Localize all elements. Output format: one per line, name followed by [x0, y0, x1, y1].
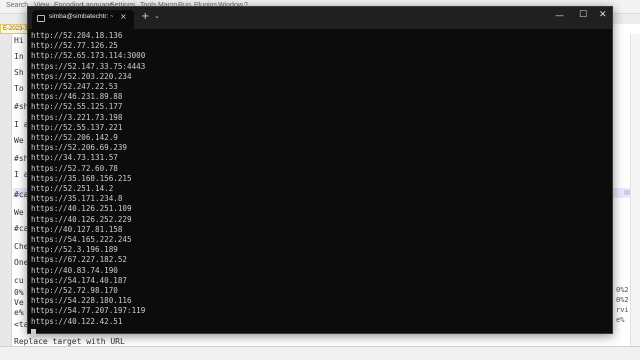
editor-text-line: cu — [14, 276, 24, 285]
terminal-window[interactable]: simba@simbatechtr: ~/bugb × + ⌄ — ☐ ✕ ht… — [27, 6, 613, 338]
minimize-icon[interactable]: — — [555, 11, 564, 21]
editor-text-line: Hi — [14, 36, 24, 45]
editor-text-fragment: 0%2 — [616, 296, 629, 304]
terminal-output-line: http://52.77.126.25 — [31, 41, 118, 51]
close-tab-icon[interactable]: × — [120, 12, 127, 21]
editor-text-line: We — [14, 208, 24, 217]
terminal-output-line: https://40.126.251.109 — [31, 204, 132, 214]
editor-text-line: e% — [14, 308, 24, 317]
terminal-output-line: https://54.174.40.187 — [31, 275, 128, 285]
editor-text-line: We — [14, 136, 24, 145]
editor-menu-item[interactable]: Search — [6, 2, 28, 9]
terminal-output-line: http://52.204.18.136 — [31, 31, 123, 40]
terminal-output-line: http://34.73.131.57 — [31, 153, 118, 163]
terminal-output-line: http://52.72.98.170 — [31, 286, 118, 295]
terminal-output-line: http://52.251.14.2 — [31, 184, 114, 193]
editor-scroll-marker — [624, 190, 630, 195]
editor-scrollbar[interactable] — [630, 34, 640, 346]
terminal-output-line: http://40.127.81.158 — [31, 224, 123, 234]
terminal-output-line: https://40.126.252.229 — [31, 214, 132, 224]
terminal-output-line: https://54.165.222.245 — [31, 235, 132, 244]
editor-text-line: Sh — [14, 68, 24, 77]
editor-text-line: To — [14, 84, 24, 93]
terminal-output-line: https://52.206.69.239 — [31, 143, 128, 153]
terminal-tab[interactable]: simba@simbatechtr: ~/bugb × — [32, 10, 134, 29]
terminal-output[interactable]: http://52.204.18.136 http://52.77.126.25 h… — [31, 29, 611, 338]
terminal-output-line: https://35.168.156.215 — [31, 173, 132, 183]
terminal-output-line: http://52.247.22.53 — [31, 82, 118, 91]
editor-text-fragment: rvi — [616, 306, 629, 314]
terminal-output-line: https://67.227.182.52 — [31, 255, 128, 265]
terminal-output-line: https://54.77.207.197:119 — [31, 306, 146, 316]
terminal-output-line: http://52.206.142.9 — [31, 133, 118, 142]
terminal-icon — [37, 15, 45, 22]
terminal-output-line: https://35.171.234.8 — [31, 194, 123, 204]
maximize-icon[interactable]: ☐ — [579, 10, 587, 20]
terminal-output-line: http://52.55.125.177 — [31, 102, 123, 112]
terminal-output-line: https://52.203.220.234 — [31, 71, 132, 81]
terminal-output-line: http://52.55.137.221 — [31, 122, 123, 132]
terminal-output-line: https://40.122.42.51 — [31, 316, 123, 326]
editor-text-line: Ve — [14, 298, 24, 307]
terminal-output-line: https://54.228.180.116 — [31, 296, 132, 306]
editor-status-bar — [0, 346, 640, 360]
terminal-output-line: http://52.65.173.114:3000 — [31, 51, 146, 61]
editor-text-fragment: e% — [616, 316, 625, 324]
close-window-icon[interactable]: ✕ — [599, 10, 607, 20]
terminal-tab-title: simba@simbatechtr: ~/bugb — [49, 13, 113, 20]
terminal-output-line: https://3.221.73.198 — [31, 112, 123, 122]
new-tab-icon[interactable]: + — [141, 11, 149, 22]
terminal-output-line: https://52.147.33.75:4443 — [31, 61, 146, 71]
editor-text-fragment: 0%2 — [616, 286, 629, 294]
chevron-down-icon[interactable]: ⌄ — [154, 12, 160, 20]
terminal-output-line: https://46.231.89.88 — [31, 92, 123, 102]
editor-line-number-gutter — [0, 34, 12, 346]
terminal-output-line: https://52.72.60.78 — [31, 163, 118, 173]
terminal-output-line: http://52.3.196.189 — [31, 245, 118, 255]
terminal-cursor[interactable] — [31, 329, 36, 338]
terminal-output-line: http://40.83.74.190 — [31, 265, 118, 275]
editor-bottom-line: Replace target with URL — [14, 337, 125, 346]
editor-text-line: 0% — [14, 288, 24, 297]
terminal-title-bar[interactable]: simba@simbatechtr: ~/bugb × + ⌄ — ☐ ✕ — [28, 7, 612, 29]
editor-text-line: In — [14, 52, 24, 61]
